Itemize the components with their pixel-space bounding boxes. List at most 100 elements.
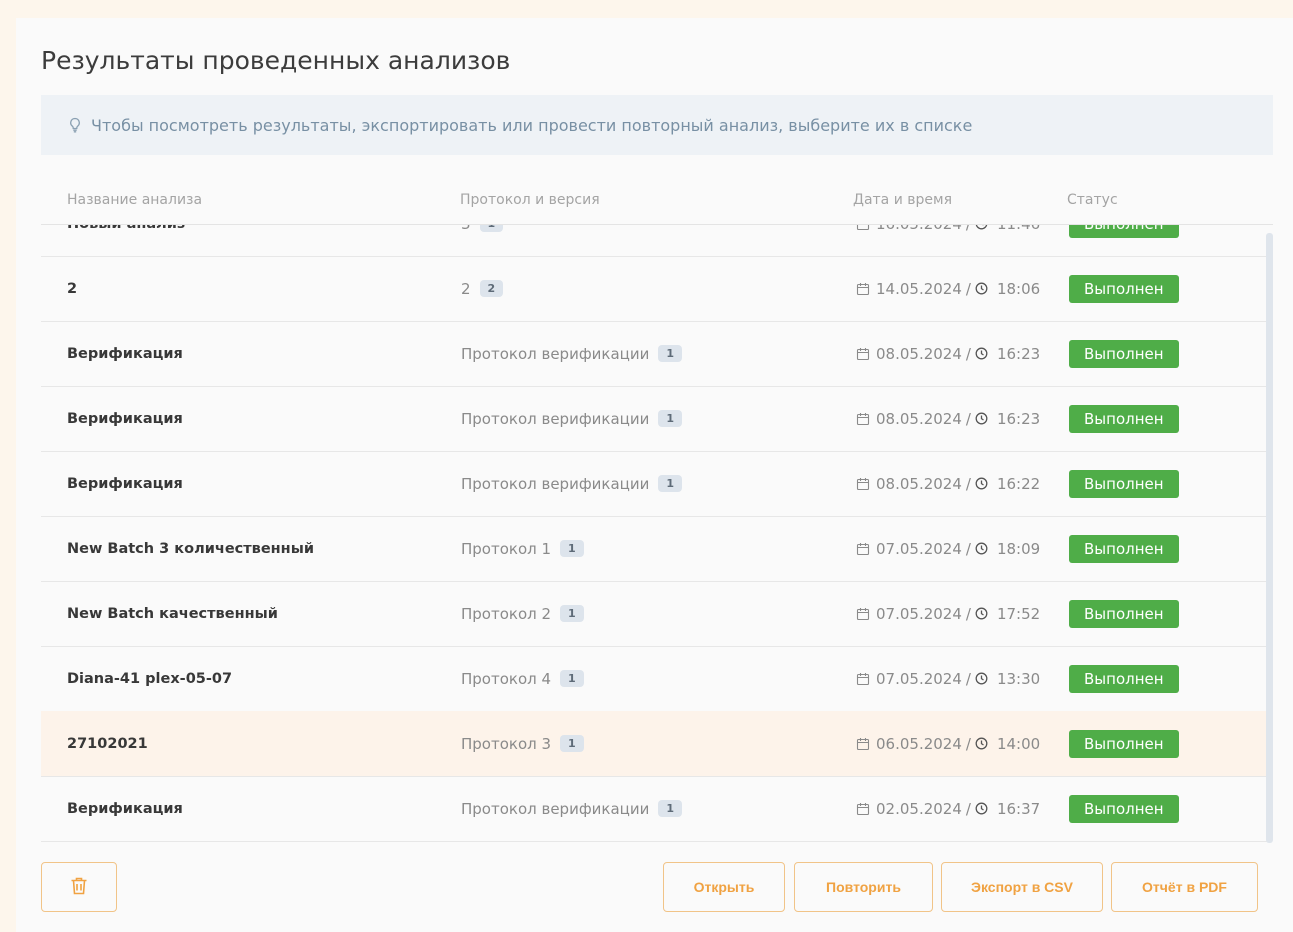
datetime-cell: 02.05.2024/ 16:37	[856, 776, 1040, 841]
table-row[interactable]: 27102021 Протокол 3 1 06.05.2024/ 14:00 Выпол…	[41, 711, 1267, 777]
date-time-separator: /	[965, 409, 971, 428]
version-badge: 1	[479, 225, 504, 232]
analysis-name: Верификация	[67, 800, 183, 817]
version-badge: 1	[560, 670, 584, 687]
datetime-cell: 07.05.2024/ 17:52	[856, 581, 1040, 646]
lightbulb-icon	[67, 117, 83, 133]
status-badge: Выполнен	[1069, 225, 1179, 238]
table-row[interactable]: Верификация Протокол верификации 1 02.05.20…	[41, 776, 1267, 842]
status-badge: Выполнен	[1069, 404, 1179, 433]
protocol-name: Протокол 2	[461, 604, 552, 623]
time-text: 16:37	[996, 799, 1041, 818]
date-text: 16.05.2024	[876, 225, 962, 233]
protocol-cell: 22	[461, 256, 504, 321]
status-badge: Выполнен	[1069, 729, 1179, 758]
table-row[interactable]: 2 2 2 14.05.2024/18:06 Выполнен	[41, 256, 1267, 322]
protocol-cell: Протокол 2 1	[461, 581, 584, 646]
table-row[interactable]: Верификация Протокол верификации 1 08.05.20…	[41, 386, 1267, 452]
time-text: 18:06	[996, 279, 1041, 298]
time-text: 13:30	[996, 669, 1041, 688]
protocol-cell: Протокол верификации 1	[461, 776, 683, 841]
date-time-separator: /	[965, 279, 971, 298]
analysis-name: New Batch 3 количественный	[67, 540, 314, 557]
analysis-name: Новый анализ	[67, 225, 185, 256]
clock-icon	[975, 347, 994, 360]
analysis-name: Верификация	[67, 475, 183, 492]
calendar-icon	[856, 802, 876, 816]
status-cell: Выполнен	[1069, 225, 1179, 256]
protocol-name: 3	[461, 225, 471, 233]
open-button[interactable]: Открыть	[663, 862, 785, 912]
version-badge: 1	[658, 800, 683, 817]
version-badge: 1	[560, 540, 584, 557]
analysis-name: Верификация	[67, 345, 183, 362]
datetime-cell: 08.05.2024/ 16:22	[856, 451, 1040, 516]
clock-icon	[975, 737, 994, 750]
status-cell: Выполнен	[1069, 321, 1179, 386]
delete-button[interactable]	[41, 862, 117, 912]
table-scrollbar[interactable]	[1266, 233, 1273, 843]
status-cell: Выполнен	[1069, 711, 1179, 776]
header-protocol[interactable]: Протокол и версия	[460, 192, 600, 208]
date-time-separator: /	[965, 539, 971, 558]
date-text: 06.05.2024	[876, 734, 962, 753]
clock-icon	[975, 542, 994, 555]
calendar-icon	[856, 347, 876, 361]
protocol-name: Протокол 4	[461, 669, 552, 688]
datetime-cell: 06.05.2024/ 14:00	[856, 711, 1040, 776]
protocol-name: Протокол верификации	[461, 474, 650, 493]
date-text: 14.05.2024	[876, 279, 962, 298]
time-text: 16:22	[996, 474, 1041, 493]
version-badge: 1	[658, 410, 683, 427]
repeat-button[interactable]: Повторить	[794, 862, 933, 912]
clock-icon	[975, 282, 994, 295]
protocol-name: Протокол 1	[461, 539, 552, 558]
version-badge: 1	[560, 605, 584, 622]
datetime-cell: 07.05.2024/ 18:09	[856, 516, 1040, 581]
table-row[interactable]: New Batch качественный Протокол 2 1 07.05.2…	[41, 581, 1267, 647]
table-row[interactable]: Верификация Протокол верификации 1 08.05.20…	[41, 321, 1267, 387]
table-row[interactable]: Diana-41 plex-05-07 Протокол 4 1 07.05.2024…	[41, 646, 1267, 712]
time-text: 11:46	[997, 225, 1040, 233]
header-datetime[interactable]: Дата и время	[853, 192, 952, 208]
datetime-cell: 08.05.2024/ 16:23	[856, 321, 1040, 386]
report-pdf-button[interactable]: Отчёт в PDF	[1111, 862, 1258, 912]
table-row[interactable]: New Batch 3 количественный Протокол 1 1 07.…	[41, 516, 1267, 582]
export-csv-button[interactable]: Экспорт в CSV	[941, 862, 1103, 912]
date-time-separator: /	[965, 344, 971, 363]
clock-icon	[975, 802, 994, 815]
time-text: 17:52	[996, 604, 1041, 623]
calendar-icon	[856, 672, 876, 686]
version-badge: 1	[658, 475, 683, 492]
table-row[interactable]: Новый анализ 3 1 16.05.2024/11:46 Выполнен	[41, 225, 1267, 257]
page-title: Результаты проведенных анализов	[41, 46, 511, 75]
trash-icon	[70, 876, 88, 899]
analysis-name: 2	[67, 280, 78, 297]
status-cell: Выполнен	[1069, 256, 1179, 321]
header-status[interactable]: Статус	[1067, 192, 1118, 208]
protocol-cell: Протокол 4 1	[461, 646, 584, 711]
clock-icon	[975, 412, 994, 425]
date-text: 08.05.2024	[876, 344, 962, 363]
status-badge: Выполнен	[1069, 534, 1179, 563]
calendar-icon	[856, 542, 876, 556]
time-text: 18:09	[996, 539, 1041, 558]
results-table-body: Новый анализ3116.05.2024/11:46Выполнен22…	[41, 225, 1267, 845]
datetime-cell: 08.05.2024/ 16:23	[856, 386, 1040, 451]
table-row[interactable]: Верификация Протокол верификации 1 08.05.20…	[41, 451, 1267, 517]
calendar-icon	[856, 477, 876, 491]
date-time-separator: /	[965, 604, 971, 623]
header-name[interactable]: Название анализа	[67, 192, 202, 208]
date-time-separator: /	[965, 799, 971, 818]
datetime-cell: 16.05.2024 / 11:46	[856, 225, 1040, 256]
table-header: Название анализа Протокол и версия Дата …	[41, 184, 1273, 225]
date-text: 08.05.2024	[876, 409, 962, 428]
date-time-separator: /	[965, 669, 971, 688]
protocol-name: 2	[461, 279, 471, 298]
date-time-separator: /	[965, 474, 971, 493]
protocol-cell: Протокол верификации 1	[461, 321, 683, 386]
protocol-name: Протокол верификации	[461, 409, 650, 428]
protocol-name: Протокол 3	[461, 734, 552, 753]
status-badge: Выполнен	[1069, 339, 1179, 368]
analysis-name: Верификация	[67, 410, 183, 427]
